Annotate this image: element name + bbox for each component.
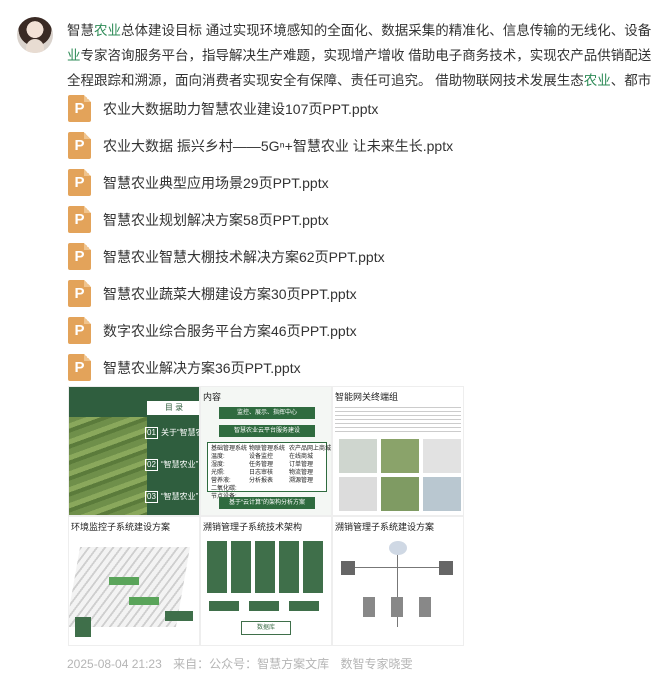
toc-text: “智慧农业” bbox=[161, 492, 199, 501]
toc-text: 关于“智慧农 bbox=[161, 428, 200, 437]
arch-block bbox=[249, 601, 279, 611]
post-line-2: 业专家咨询服务平台，指导解决生产难题，实现增产增收 借助电子商务技术，实现农产品… bbox=[67, 43, 672, 68]
device-photo bbox=[339, 439, 377, 473]
attachment-item[interactable]: P 智慧农业规划解决方案58页PPT.pptx bbox=[68, 201, 588, 238]
crop-bed bbox=[129, 597, 159, 605]
network-line bbox=[353, 567, 443, 568]
attachment-item[interactable]: P 智慧农业蔬菜大棚建设方案30页PPT.pptx bbox=[68, 275, 588, 312]
toc-item: 03 “智慧农业” bbox=[145, 491, 198, 505]
slide-title: 智能网关终端组 bbox=[335, 392, 399, 402]
ppt-file-icon: P bbox=[68, 132, 91, 159]
highlight-keyword[interactable]: 农业 bbox=[94, 23, 121, 38]
toc-text: “智慧农业” bbox=[161, 460, 199, 469]
sensor-node bbox=[165, 611, 193, 621]
avatar[interactable] bbox=[17, 17, 53, 53]
attachment-name[interactable]: 智慧农业规划解决方案58页PPT.pptx bbox=[103, 210, 329, 230]
ppt-file-icon: P bbox=[68, 206, 91, 233]
field-photo bbox=[381, 477, 419, 511]
device-photo bbox=[423, 477, 461, 511]
text-segment: 专家咨询服务平台，指导解决生产难题，实现增产增收 借助电子商务技术，实现农产品供… bbox=[80, 48, 652, 63]
ppt-file-icon: P bbox=[68, 95, 91, 122]
post-meta: 2025-08-04 21:23 来自：公众号：智慧方案文库 数智专家晓雯 bbox=[67, 655, 420, 672]
crop-bed bbox=[109, 577, 139, 585]
text-segment: 、都市 bbox=[610, 73, 652, 88]
text-segment: 智慧 bbox=[67, 23, 94, 38]
arch-bar: 监控、展示、指挥中心 bbox=[219, 407, 315, 419]
slide-title: 环境监控子系统建设方案 bbox=[71, 522, 171, 532]
ppt-file-icon: P bbox=[68, 317, 91, 344]
arch-block bbox=[279, 541, 299, 593]
arch-bar: 基于“云计算”的架构分析方案 bbox=[219, 497, 315, 509]
attachment-list: P 农业大数据助力智慧农业建设107页PPT.pptx P 农业大数据 振兴乡村——… bbox=[68, 90, 588, 386]
slide-thumbnail[interactable]: 溯销管理子系统建设方案 bbox=[332, 516, 464, 646]
slide-title: 溯销管理子系统技术架构 bbox=[203, 522, 303, 532]
attachment-item[interactable]: P 农业大数据 振兴乡村——5Gⁿ+智慧农业 让未来生长.pptx bbox=[68, 127, 588, 164]
image-grid: 目 录 01 关于“智慧农 02 “智慧农业” 03 “智慧农业” 内容 监控、展示、… bbox=[68, 386, 464, 646]
text-segment: 全程跟踪和溯源，面向消费者实现安全有保障、责任可追究。 借助物联网技术发展生态 bbox=[67, 73, 584, 88]
post-text: 智慧农业总体建设目标 通过实现环境感知的全面化、数据采集的精准化、信息传输的无线… bbox=[67, 18, 672, 93]
database-box: 数据库 bbox=[241, 621, 291, 635]
device-photo bbox=[339, 477, 377, 511]
toc-num: 02 bbox=[145, 459, 158, 471]
attachment-name[interactable]: 智慧农业解决方案36页PPT.pptx bbox=[103, 358, 301, 378]
attachment-name[interactable]: 数字农业综合服务平台方案46页PPT.pptx bbox=[103, 321, 357, 341]
arch-block bbox=[303, 541, 323, 593]
arch-block bbox=[289, 601, 319, 611]
arch-column: 基础管理系统 温度: 湿度: 光照: 营养液: 二氧化碳: 节点设备: bbox=[211, 446, 248, 500]
ppt-file-icon: P bbox=[68, 243, 91, 270]
slide-thumbnail[interactable]: 内容 监控、展示、指挥中心 智慧农业云平台服务建设 基础管理系统 温度: 湿度:… bbox=[200, 386, 332, 516]
highlight-keyword[interactable]: 农业 bbox=[584, 73, 611, 88]
arch-block bbox=[207, 541, 227, 593]
ppt-file-icon: P bbox=[68, 280, 91, 307]
slide-thumbnail[interactable]: 智能网关终端组 bbox=[332, 386, 464, 516]
device-photo bbox=[423, 439, 461, 473]
arch-column: 农产品网上商城 在线商城 订单管理 物流管理 溯源管理 bbox=[289, 446, 332, 484]
cloud-icon bbox=[389, 541, 407, 555]
attachment-name[interactable]: 农业大数据助力智慧农业建设107页PPT.pptx bbox=[103, 99, 378, 119]
attachment-item[interactable]: P 数字农业综合服务平台方案46页PPT.pptx bbox=[68, 312, 588, 349]
arch-block bbox=[231, 541, 251, 593]
toc-item: 02 “智慧农业” bbox=[145, 459, 198, 473]
server-icon bbox=[363, 597, 375, 617]
sensor-node bbox=[75, 617, 91, 637]
toc-num: 03 bbox=[145, 491, 158, 503]
attachment-name[interactable]: 智慧农业典型应用场景29页PPT.pptx bbox=[103, 173, 329, 193]
slide-title: 溯销管理子系统建设方案 bbox=[335, 522, 435, 532]
attachment-item[interactable]: P 农业大数据助力智慧农业建设107页PPT.pptx bbox=[68, 90, 588, 127]
ppt-file-icon: P bbox=[68, 354, 91, 381]
attachment-item[interactable]: P 智慧农业解决方案36页PPT.pptx bbox=[68, 349, 588, 386]
ppt-file-icon: P bbox=[68, 169, 91, 196]
attachment-name[interactable]: 智慧农业蔬菜大棚建设方案30页PPT.pptx bbox=[103, 284, 357, 304]
greenhouse-photo bbox=[381, 439, 419, 473]
computer-icon bbox=[439, 561, 453, 575]
arch-block bbox=[209, 601, 239, 611]
post-datetime: 2025-08-04 21:23 bbox=[67, 657, 162, 671]
attachment-name[interactable]: 智慧农业智慧大棚技术解决方案62页PPT.pptx bbox=[103, 247, 385, 267]
slide-title: 内容 bbox=[203, 392, 222, 402]
terrace-photo bbox=[69, 417, 147, 515]
text-segment: 总体建设目标 通过实现环境感知的全面化、数据采集的精准化、信息传输的无线化、设备 bbox=[121, 23, 652, 38]
text-block bbox=[335, 407, 461, 435]
server-icon bbox=[391, 597, 403, 617]
arch-bar: 智慧农业云平台服务建设 bbox=[219, 425, 315, 437]
attachment-item[interactable]: P 智慧农业智慧大棚技术解决方案62页PPT.pptx bbox=[68, 238, 588, 275]
attachment-item[interactable]: P 智慧农业典型应用场景29页PPT.pptx bbox=[68, 164, 588, 201]
server-icon bbox=[419, 597, 431, 617]
arch-column: 物联管理系统 设备监控 任务管理 日志审核 分析报表 bbox=[249, 446, 286, 484]
attachment-name[interactable]: 农业大数据 振兴乡村——5Gⁿ+智慧农业 让未来生长.pptx bbox=[103, 136, 453, 156]
post-line-1: 智慧农业总体建设目标 通过实现环境感知的全面化、数据采集的精准化、信息传输的无线… bbox=[67, 18, 672, 43]
slide-thumbnail[interactable]: 溯销管理子系统技术架构 数据库 bbox=[200, 516, 332, 646]
toc-num: 01 bbox=[145, 427, 158, 439]
post-source[interactable]: 来自：公众号：智慧方案文库 bbox=[173, 657, 329, 671]
highlight-keyword[interactable]: 业 bbox=[67, 48, 81, 63]
post-author[interactable]: 数智专家晓雯 bbox=[340, 657, 412, 671]
arch-block bbox=[255, 541, 275, 593]
computer-icon bbox=[341, 561, 355, 575]
toc-item: 01 关于“智慧农 bbox=[145, 427, 200, 441]
slide-thumbnail[interactable]: 环境监控子系统建设方案 bbox=[68, 516, 200, 646]
toc-heading: 目 录 bbox=[147, 401, 199, 415]
slide-thumbnail[interactable]: 目 录 01 关于“智慧农 02 “智慧农业” 03 “智慧农业” bbox=[68, 386, 200, 516]
